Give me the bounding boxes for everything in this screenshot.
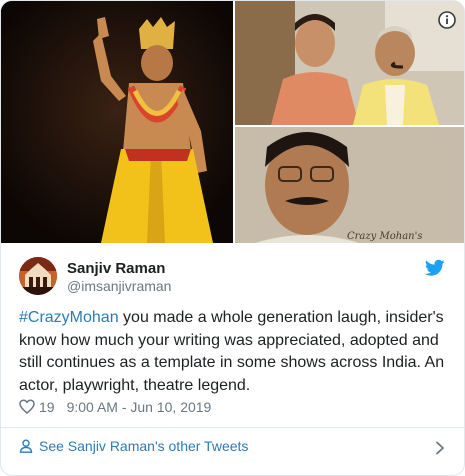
tweet-media-grid[interactable]: Crazy Mohan's — [1, 1, 464, 243]
tweet-author-header: Sanjiv Raman @imsanjivraman — [19, 257, 449, 297]
avatar[interactable] — [19, 257, 57, 295]
tweet-photo-stage-actor[interactable] — [1, 1, 233, 243]
chevron-right-icon[interactable] — [435, 441, 445, 455]
tweet-photo-portrait[interactable]: Crazy Mohan's — [235, 127, 464, 243]
tweet-timestamp[interactable]: 9:00 AM - Jun 10, 2019 — [67, 399, 212, 415]
author-handle[interactable]: @imsanjivraman — [67, 278, 171, 294]
see-other-tweets-link[interactable]: See Sanjiv Raman's other Tweets — [19, 438, 447, 458]
heart-icon[interactable] — [19, 399, 35, 414]
twitter-bird-icon[interactable] — [424, 259, 445, 277]
tweet-photo-two-men[interactable] — [235, 1, 464, 125]
tweet-meta: 19 9:00 AM - Jun 10, 2019 — [19, 399, 211, 419]
like-count[interactable]: 19 — [39, 399, 55, 415]
person-icon — [19, 439, 33, 453]
info-icon[interactable] — [438, 11, 456, 29]
tweet-text: #CrazyMohan you made a whole generation … — [19, 307, 449, 397]
hashtag-link[interactable]: #CrazyMohan — [19, 309, 119, 326]
author-name[interactable]: Sanjiv Raman — [67, 260, 165, 277]
see-other-tweets-label[interactable]: See Sanjiv Raman's other Tweets — [39, 438, 248, 454]
embedded-tweet-card: Crazy Mohan's Sanjiv Raman @imsanjivrama… — [0, 0, 465, 476]
divider — [1, 427, 464, 428]
photo-caption-text: Crazy Mohan's — [347, 231, 422, 242]
